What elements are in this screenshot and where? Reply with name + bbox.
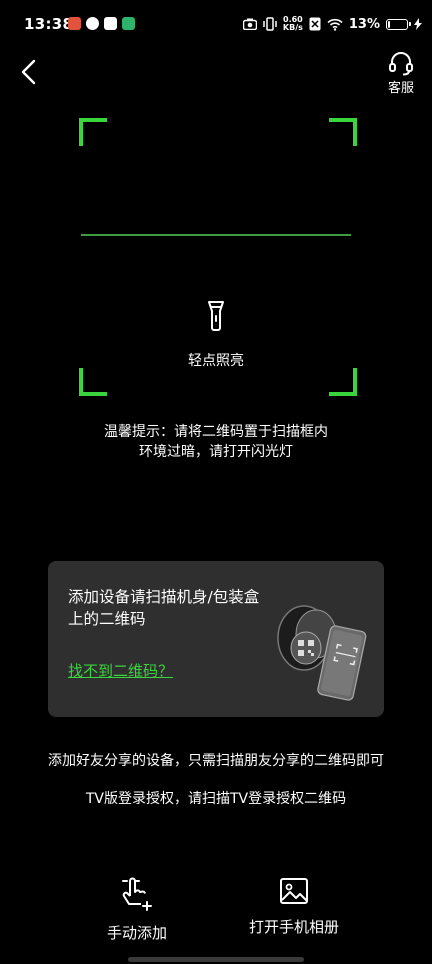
battery-icon: [386, 18, 411, 30]
hand-tap-plus-icon: [122, 877, 152, 911]
open-album-label: 打开手机相册: [248, 918, 339, 936]
net-speed: 0.60 KB/s: [283, 16, 303, 32]
vibrate-icon: [263, 17, 277, 31]
back-chevron-icon: [21, 59, 36, 85]
torch-label[interactable]: 轻点照亮: [0, 350, 432, 370]
tv-login-info: TV版登录授权，请扫描TV登录授权二维码: [85, 791, 347, 807]
device-qr-illustration: [277, 605, 367, 701]
status-bar: 13:38 0.60 KB/s 13%: [0, 0, 432, 52]
notification-app-icon: [86, 17, 99, 30]
notification-app-icon: [104, 17, 117, 30]
charging-bolt-icon: [414, 18, 422, 30]
friend-share-info: 添加好友分享的设备，只需扫描朋友分享的二维码即可: [48, 753, 384, 769]
cannot-find-qr-link[interactable]: 找不到二维码？: [68, 660, 173, 681]
scan-frame-corner-bottom-right: [329, 368, 357, 396]
back-button[interactable]: [12, 56, 44, 88]
manual-add-label: 手动添加: [106, 924, 167, 942]
torch-button[interactable]: [200, 298, 232, 334]
notification-app-icon: [68, 17, 81, 30]
headset-icon: [389, 52, 413, 76]
scan-hint-line-1: 温馨提示：请将二维码置于扫描框内: [104, 424, 328, 440]
battery-level: [388, 20, 390, 28]
scan-frame-corner-bottom-left: [79, 368, 107, 396]
notification-app-icon: [122, 17, 135, 30]
customer-service-label: 客服: [387, 81, 414, 96]
scan-line: [81, 234, 351, 236]
camera-icon: [242, 18, 257, 30]
image-icon: [280, 878, 308, 904]
flashlight-icon: [208, 301, 224, 331]
scan-hint-line-2: 环境过暗，请打开闪光灯: [139, 444, 293, 460]
home-indicator[interactable]: [128, 957, 304, 962]
mute-icon: [309, 17, 321, 31]
card-instruction: 添加设备请扫描机身/包装盒上的二维码: [68, 588, 260, 628]
battery-percent: 13%: [348, 16, 380, 32]
status-time: 13:38: [24, 15, 74, 33]
status-indicators: 0.60 KB/s 13%: [242, 13, 422, 35]
customer-service-button[interactable]: 客服: [384, 50, 418, 96]
scan-frame-corner-top-right: [329, 118, 357, 146]
open-album-button[interactable]: 打开手机相册: [234, 876, 354, 937]
scan-frame-corner-top-left: [79, 118, 107, 146]
net-speed-unit: KB/s: [282, 23, 303, 32]
manual-add-button[interactable]: 手动添加: [77, 876, 197, 943]
wifi-icon: [327, 18, 343, 31]
